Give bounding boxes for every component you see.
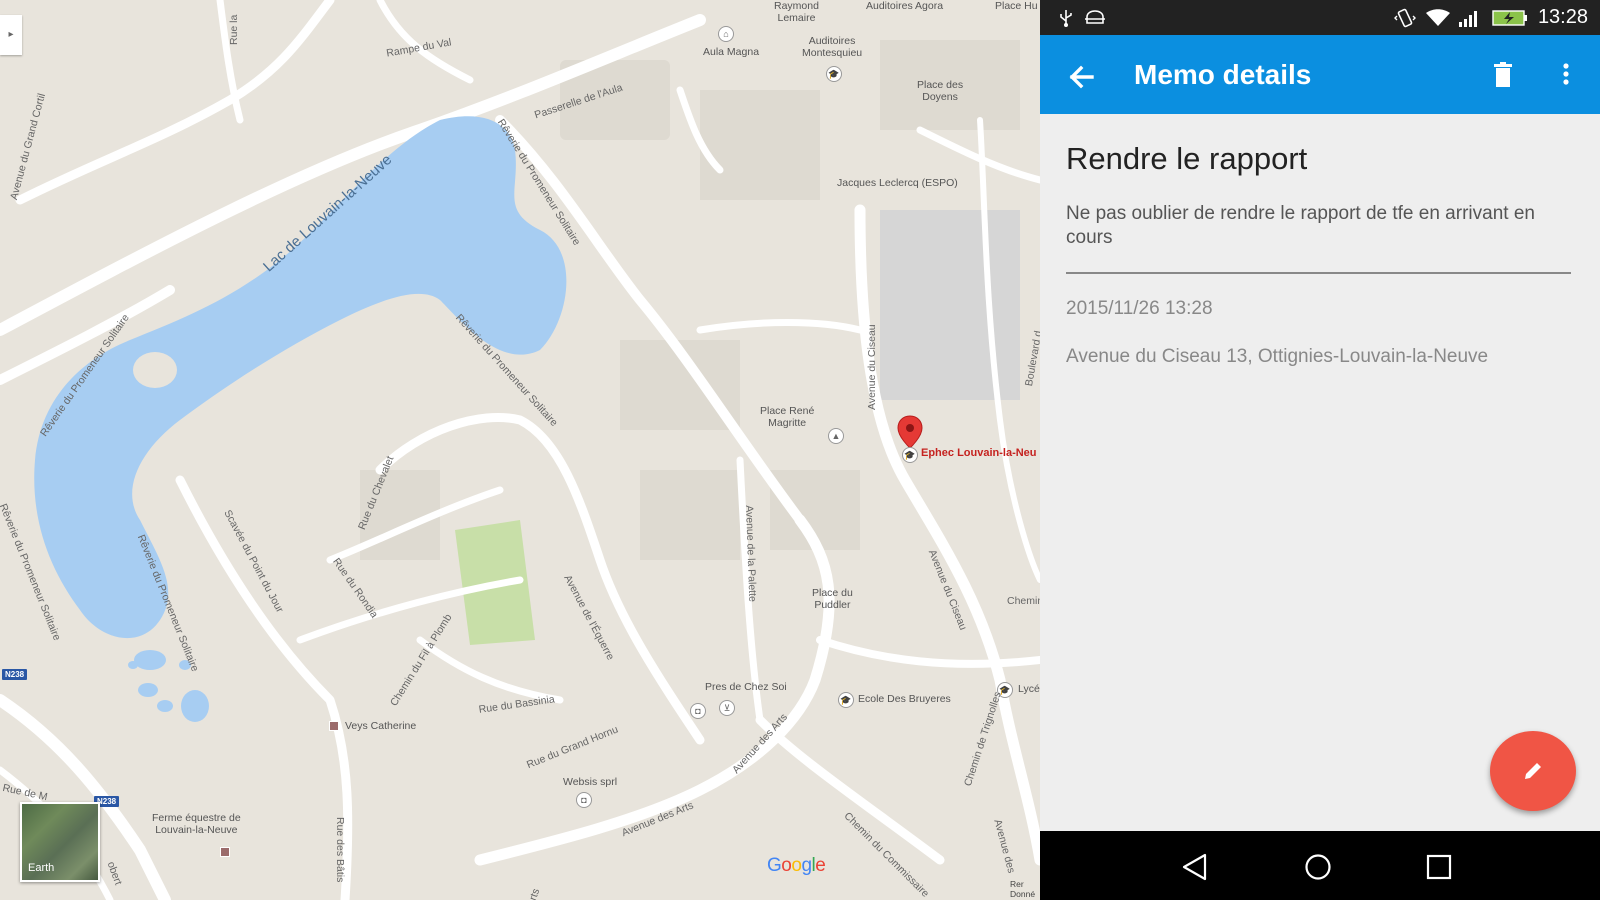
android-debug-icon: [1085, 10, 1105, 24]
poi-auditoires-agora: Auditoires Agora: [866, 0, 944, 12]
poi-pres-de-chez-soi: Pres de Chez Soi: [705, 681, 787, 693]
school-icon[interactable]: 🎓: [826, 66, 842, 82]
poi-websis: Websis sprl: [563, 776, 618, 788]
landmark-icon[interactable]: ⌂: [718, 26, 734, 42]
poi-raymond-lemaire: Raymond Lemaire: [774, 0, 819, 24]
nav-back-icon[interactable]: [1180, 852, 1210, 882]
street-chemin: Chemin: [1007, 595, 1040, 607]
poi-jacques-leclercq: Jacques Leclercq (ESPO): [837, 177, 958, 189]
poi-ferme-equestre: Ferme équestre de Louvain-la-Neuve: [152, 812, 241, 836]
map-panel-toggle[interactable]: ▸: [0, 15, 22, 55]
nav-recents-icon[interactable]: [1424, 852, 1454, 882]
edit-pencil-icon: [1525, 763, 1541, 779]
poi-place-hu: Place Hu: [995, 0, 1038, 12]
battery-charging-icon: [1492, 10, 1527, 26]
school-icon[interactable]: 🎓: [902, 447, 918, 463]
usb-icon: [1060, 10, 1072, 27]
poi-auditoires-montesquieu: Auditoires Montesquieu: [802, 35, 863, 59]
place-marker-icon[interactable]: [329, 721, 339, 731]
school-icon[interactable]: 🎓: [838, 692, 854, 708]
trash-icon: [1494, 62, 1512, 87]
more-vert-icon: [1563, 63, 1569, 85]
memo-date: 2015/11/26 13:28: [1066, 298, 1213, 319]
delete-button[interactable]: [1488, 60, 1518, 90]
back-button[interactable]: [1062, 57, 1102, 97]
poi-place-du-puddler: Place du Puddler: [812, 587, 853, 611]
edit-fab-button[interactable]: [1490, 731, 1576, 811]
signal-icon: [1459, 11, 1477, 27]
memo-title: Rendre le rapport: [1066, 141, 1308, 176]
route-badge-n238: N238: [2, 669, 28, 680]
overflow-menu-button[interactable]: [1556, 60, 1576, 90]
poi-veys-catherine: Veys Catherine: [345, 720, 417, 732]
earth-label: Earth: [28, 862, 55, 874]
shopping-bag-icon[interactable]: ◘: [576, 792, 592, 808]
poi-ecole-des-bruyeres: Ecole Des Bruyeres: [858, 693, 951, 705]
map-attribution: Rer Donné: [1010, 879, 1036, 899]
earth-view-toggle[interactable]: Earth: [20, 802, 100, 882]
memo-address: Avenue du Ciseau 13, Ottignies-Louvain-l…: [1066, 346, 1489, 367]
google-logo: Google: [767, 855, 826, 876]
status-time: 13:28: [1537, 6, 1588, 28]
arrow-back-icon: [1069, 65, 1094, 89]
shopping-cart-icon[interactable]: ⊻: [719, 700, 735, 716]
street-avenue-ciseau-vertical: Avenue du Ciseau: [866, 324, 878, 410]
memo-app-panel: 13:28 Memo details Rendre le rapport Ne …: [1040, 0, 1600, 900]
poi-aula-magna: Aula Magna: [703, 46, 760, 58]
street-rue-des-batis: Rue des Bâtis: [334, 817, 346, 883]
status-bar: 13:28: [1040, 0, 1600, 35]
vibrate-icon: [1394, 8, 1416, 28]
poi-lycee: Lycée: [1018, 683, 1040, 695]
selected-place-label[interactable]: Ephec Louvain-la-Neu: [921, 447, 1037, 459]
nav-home-icon[interactable]: [1303, 852, 1333, 882]
map-base: [0, 0, 1040, 900]
memo-body: Ne pas oublier de rendre le rapport de t…: [1066, 203, 1535, 248]
shopping-bag-icon[interactable]: ◘: [690, 703, 706, 719]
navigation-bar: [1040, 831, 1600, 900]
art-icon[interactable]: ▲: [828, 428, 844, 444]
app-bar: Memo details: [1040, 35, 1600, 114]
wifi-icon: [1426, 9, 1450, 26]
street-rue-la: Rue la: [228, 14, 240, 45]
map-view[interactable]: ▸ Lac de Louvain-la-Neuve Raymond Lemair…: [0, 0, 1040, 900]
place-marker-icon[interactable]: [220, 847, 230, 857]
app-bar-title: Memo details: [1134, 59, 1312, 90]
poi-place-rene-magritte: Place René Magritte: [760, 405, 815, 429]
poi-place-des-doyens: Place des Doyens: [917, 79, 964, 103]
divider: [1066, 272, 1571, 274]
